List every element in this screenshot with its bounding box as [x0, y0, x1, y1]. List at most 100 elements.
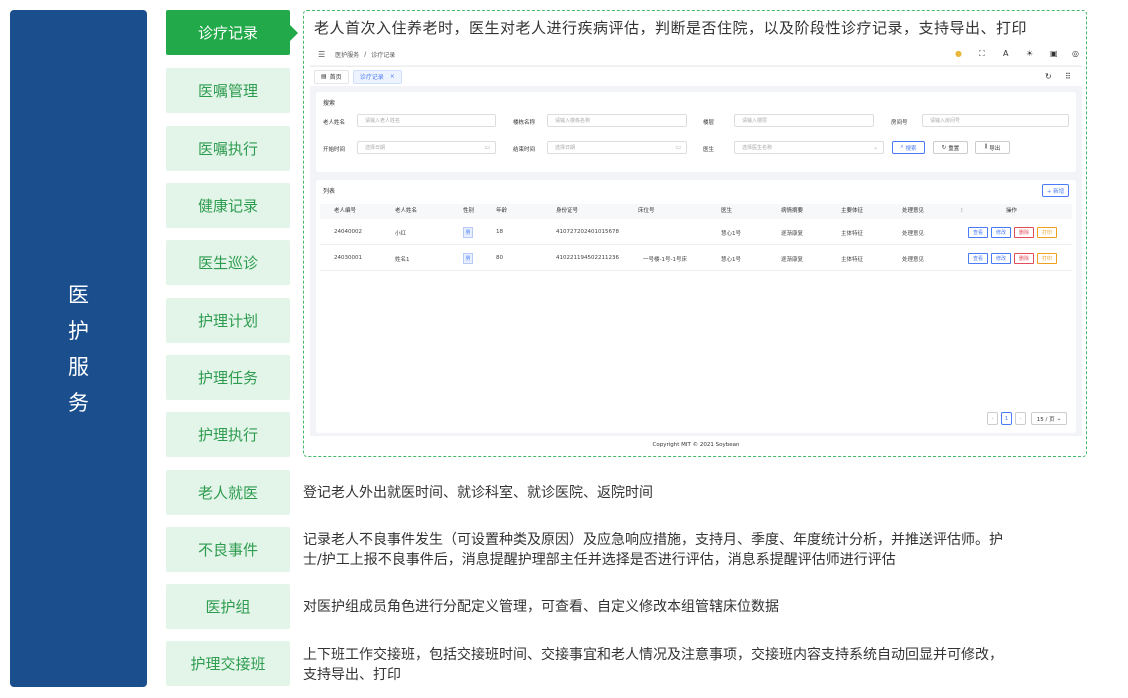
app-footer: Copyright MIT © 2021 Soybean — [310, 436, 1082, 453]
tab-close-icon[interactable]: × — [390, 73, 395, 80]
col-id: 老人编号 — [334, 208, 357, 214]
chevron-down-icon: ⌄ — [872, 144, 878, 151]
grid-icon[interactable]: ⠿ — [1065, 72, 1071, 81]
next-page-button[interactable]: › — [1015, 412, 1026, 425]
col-sex: 性别 — [463, 208, 475, 214]
menu-item-care-task[interactable]: 护理任务 — [166, 355, 290, 400]
menu-item-yizhu[interactable]: 医嘱管理 — [166, 68, 290, 113]
cell-doctor: 慧心1号 — [721, 231, 741, 237]
search-button-label: 搜索 — [905, 145, 917, 152]
cell-opinion: 处理意见 — [902, 231, 925, 237]
menu-item-jiaojie[interactable]: 护理交接班 — [166, 641, 290, 686]
delete-button[interactable]: 删除 — [1014, 227, 1034, 238]
room-input[interactable]: 请输入房间号 — [922, 114, 1069, 127]
breadcrumb-root[interactable]: 医护服务 — [335, 50, 359, 59]
start-date-input[interactable]: 选择日期 ▭ — [357, 141, 496, 154]
desc-buliang-2: 士/护工上报不良事件后，消息提醒护理部主任并选择是否进行评估，消息系提醒评估师进… — [303, 552, 896, 568]
tab-home[interactable]: ▤ 首页 — [314, 69, 349, 84]
menu-item-buliang[interactable]: 不良事件 — [166, 527, 290, 572]
refresh-icon[interactable]: ↻ — [1045, 72, 1052, 81]
menu-item-zhenliao[interactable]: 诊疗记录 — [166, 10, 298, 55]
table-header: 老人编号 老人姓名 性别 年龄 身份证号 床位号 医生 病情摘要 主要体征 处理… — [320, 204, 1072, 219]
desc-jiaojie-1: 上下班工作交接班，包括交接班时间、交接事宜和老人情况及注意事项，交接班内容支持系… — [303, 647, 1003, 663]
print-button[interactable]: 打印 — [1037, 227, 1057, 238]
app-topbar: ☰ 医护服务 / 诊疗记录 ● ⛶ A ☀ ▣ ◎ — [310, 43, 1082, 65]
name-label: 老人姓名 — [323, 120, 346, 126]
tab-current-label: 诊疗记录 — [359, 74, 384, 81]
view-button[interactable]: 查看 — [968, 227, 988, 238]
menu-item-jiuyi[interactable]: 老人就医 — [166, 470, 290, 515]
desc-buliang-1: 记录老人不良事件发生（可设置种类及原因）及应急响应措施，支持月、季度、年度统计分… — [303, 532, 1003, 548]
doc-icon[interactable]: ▣ — [1050, 49, 1058, 58]
end-label: 结束时间 — [513, 147, 536, 153]
doctor-select[interactable]: 选择医生名称 ⌄ — [734, 141, 884, 154]
page-1-button[interactable]: 1 — [1001, 412, 1012, 425]
chevron-down-icon: ⌄ — [1056, 415, 1062, 422]
cell-opinion: 处理意见 — [902, 257, 925, 263]
table-row: 24040002 小红 男 18 410727202401015678 慧心1号… — [320, 220, 1072, 245]
translate-icon[interactable]: A — [1003, 49, 1008, 58]
cell-sex: 男 — [463, 227, 473, 238]
cell-summary: 逐渐康复 — [781, 231, 804, 237]
cell-doctor: 慧心1号 — [721, 257, 741, 263]
export-button-label: 导出 — [989, 145, 1001, 152]
cell-name: 姓名1 — [395, 257, 410, 263]
doctor-placeholder: 选择医生名称 — [742, 145, 773, 151]
building-input[interactable]: 请输入楼栋名称 — [547, 114, 687, 127]
menu-icon[interactable]: ☰ — [318, 50, 325, 59]
cell-sign: 主体特征 — [841, 257, 864, 263]
app-tabbar: ▤ 首页 诊疗记录 × ↻ ⠿ — [310, 66, 1082, 86]
col-sign: 主要体征 — [841, 208, 864, 214]
prev-page-button[interactable]: ‹ — [987, 412, 998, 425]
desc-jiaojie-2: 支持导出、打印 — [303, 667, 401, 683]
menu-item-care-exec[interactable]: 护理执行 — [166, 412, 290, 457]
cell-idcard: 410221194502211236 — [556, 255, 619, 261]
col-idcard: 身份证号 — [556, 208, 579, 214]
cell-id: 24040002 — [334, 229, 362, 235]
search-icon: ⌕ — [900, 144, 904, 150]
doctor-label: 医生 — [703, 147, 715, 153]
export-button[interactable]: ⫼ 导出 — [975, 141, 1010, 154]
edit-button[interactable]: 修改 — [991, 227, 1011, 238]
cell-sign: 主体特征 — [841, 231, 864, 237]
avatar-icon[interactable]: ● — [955, 49, 962, 58]
floor-input[interactable]: 请输入楼层 — [734, 114, 874, 127]
col-bed: 床位号 — [638, 208, 655, 214]
cell-bed: 一号楼-1号-1号床 — [643, 257, 687, 263]
page-size-select[interactable]: 15 / 页 ⌄ — [1031, 412, 1067, 425]
cell-idcard: 410727202401015678 — [556, 229, 619, 235]
fullscreen-icon[interactable]: ⛶ — [979, 49, 985, 59]
col-age: 年龄 — [496, 208, 508, 214]
reset-button[interactable]: ↻ 重置 — [933, 141, 968, 154]
sidebar-title: 医护服务 — [68, 282, 89, 415]
delete-button[interactable]: 删除 — [1014, 253, 1034, 264]
menu-item-yizhu-exec[interactable]: 医嘱执行 — [166, 126, 290, 171]
tab-current[interactable]: 诊疗记录 × — [352, 69, 402, 84]
print-button[interactable]: 打印 — [1037, 253, 1057, 264]
edit-button[interactable]: 修改 — [991, 253, 1011, 264]
export-icon: ⫼ — [984, 144, 988, 150]
start-date-placeholder: 选择日期 — [365, 145, 386, 151]
room-label: 房间号 — [891, 120, 908, 126]
desc-yihuzu: 对医护组成员角色进行分配定义管理，可查看、自定义修改本组管辖床位数据 — [303, 599, 779, 615]
cell-id: 24030001 — [334, 255, 362, 261]
name-input[interactable]: 请输入老人姓名 — [357, 114, 496, 127]
calendar-icon: ▭ — [484, 144, 490, 151]
app-screenshot: ☰ 医护服务 / 诊疗记录 ● ⛶ A ☀ ▣ ◎ ▤ 首页 诊疗记录 × ↻ ⠿ … — [310, 43, 1082, 453]
menu-item-yihuzu[interactable]: 医护组 — [166, 584, 290, 629]
floor-label: 楼层 — [703, 120, 715, 126]
menu-item-health[interactable]: 健康记录 — [166, 183, 290, 228]
frame-title: 老人首次入住养老时，医生对老人进行疾病评估，判断是否住院，以及阶段性诊疗记录，支… — [314, 19, 1028, 37]
tab-home-label: 首页 — [329, 74, 342, 81]
menu-item-care-plan[interactable]: 护理计划 — [166, 298, 290, 343]
menu-item-xunzhen[interactable]: 医生巡诊 — [166, 240, 290, 285]
theme-sun-icon[interactable]: ☀ — [1026, 49, 1033, 58]
col-sep: ⁝ — [961, 208, 963, 214]
breadcrumb-current[interactable]: 诊疗记录 — [371, 50, 395, 59]
view-button[interactable]: 查看 — [968, 253, 988, 264]
search-button[interactable]: ⌕ 搜索 — [892, 141, 925, 154]
building-label: 楼栋名称 — [513, 120, 536, 126]
add-button[interactable]: + 新增 — [1042, 184, 1069, 197]
end-date-input[interactable]: 选择日期 ▭ — [547, 141, 687, 154]
user-icon[interactable]: ◎ — [1072, 49, 1079, 58]
